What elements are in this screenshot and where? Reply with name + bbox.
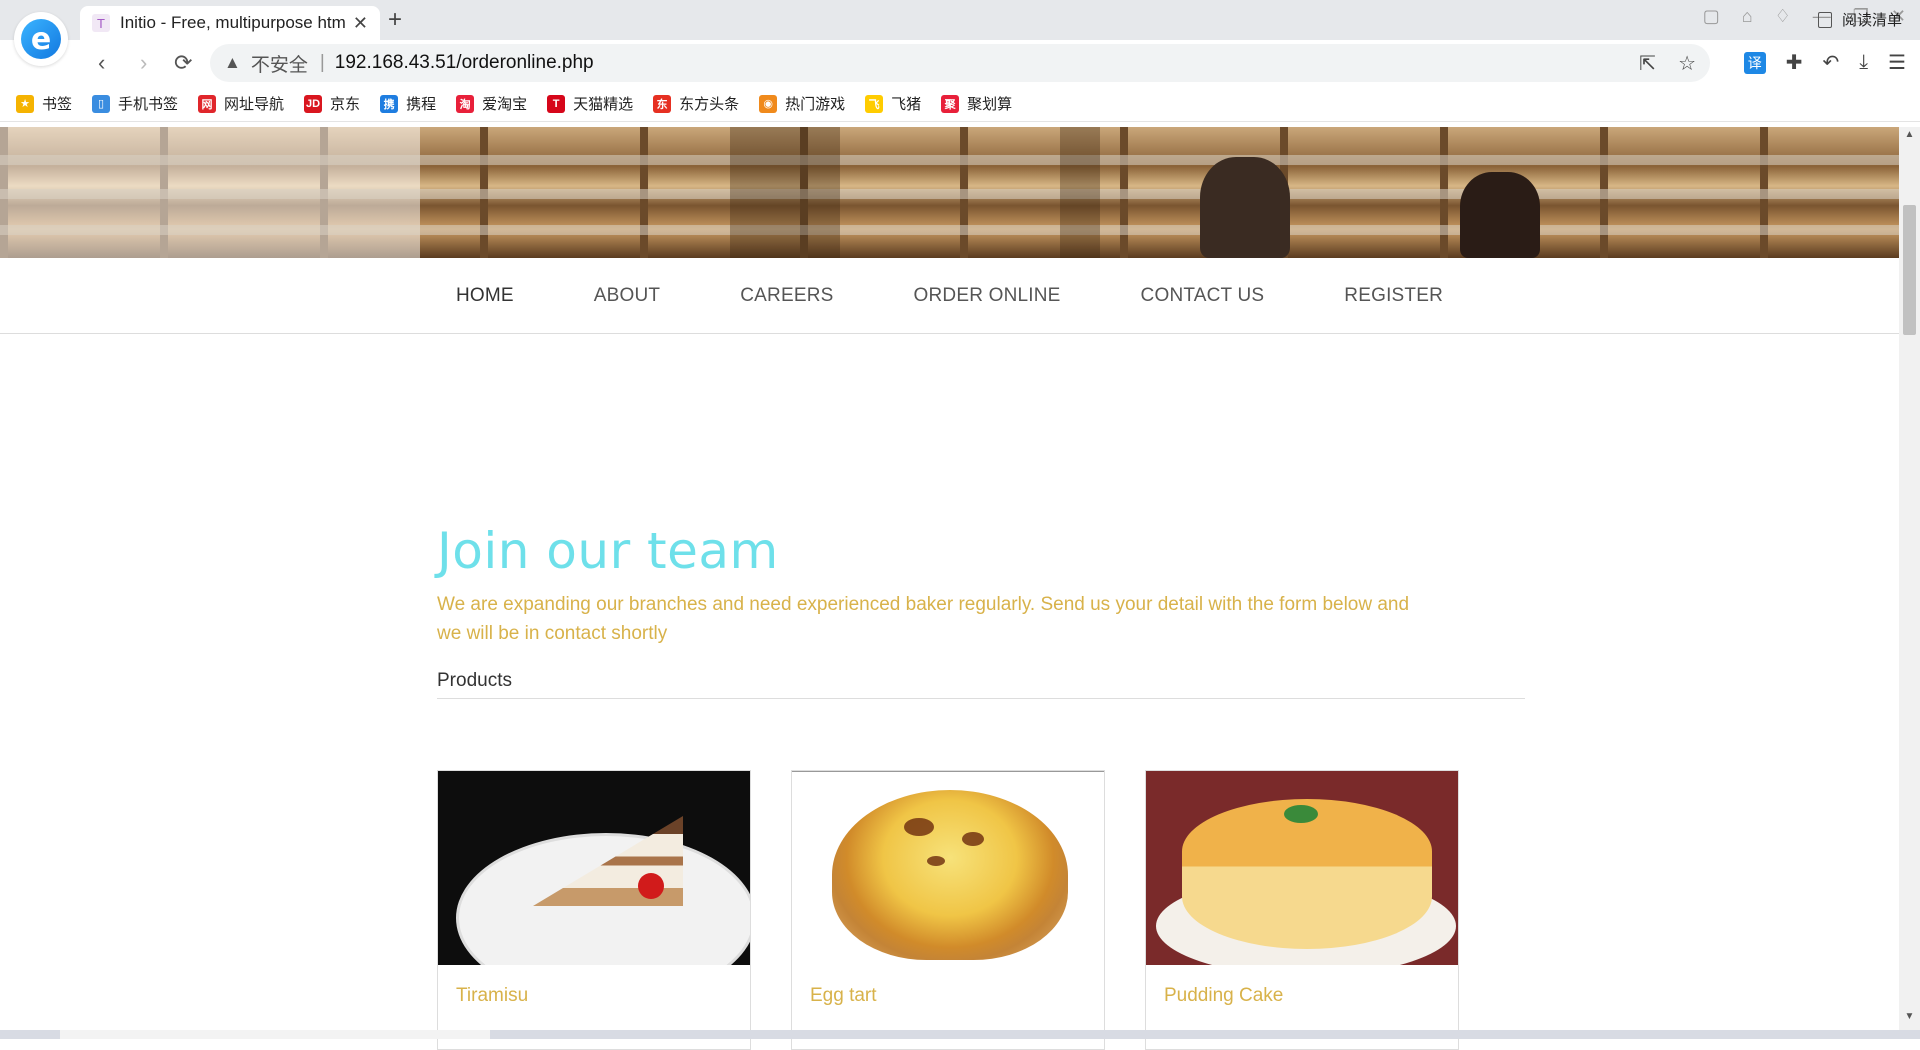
undo-icon[interactable]: ↶	[1822, 50, 1839, 75]
juhuasuan-icon: 聚	[941, 94, 960, 113]
bookmark-item[interactable]: ▯ 手机书签	[92, 93, 178, 114]
page-scrollbar[interactable]: ▲ ▼	[1899, 127, 1920, 1030]
scroll-up-icon[interactable]: ▲	[1899, 129, 1920, 146]
sidebar-icon[interactable]: ▢	[1703, 6, 1720, 27]
bookmark-label: 热门游戏	[785, 96, 846, 113]
bookmark-item[interactable]: 东东方头条	[653, 93, 739, 114]
browser-e-icon: e	[21, 19, 61, 59]
phone-icon: ▯	[92, 94, 111, 113]
toutiao-icon: 东	[653, 94, 672, 113]
lead-text: We are expanding our branches and need e…	[437, 594, 1410, 644]
nav-careers[interactable]: CAREERS	[700, 285, 873, 307]
product-card[interactable]: Tiramisu	[437, 770, 751, 1050]
bookmark-item[interactable]: ◉ 热门游戏	[759, 93, 845, 114]
nav-order-online[interactable]: ORDER ONLINE	[874, 285, 1101, 307]
bookmark-label: 爱淘宝	[482, 96, 528, 113]
reading-list-button[interactable]: 阅读清单	[1817, 9, 1902, 30]
nav-about[interactable]: ABOUT	[554, 285, 700, 307]
bookmark-item[interactable]: 飞飞猪	[865, 93, 921, 114]
url-text[interactable]: 192.168.43.51/orderonline.php	[335, 52, 594, 74]
bookmark-item[interactable]: 淘爱淘宝	[456, 93, 527, 114]
nav-contact-us[interactable]: CONTACT US	[1101, 285, 1305, 307]
translate-icon[interactable]: 译	[1743, 51, 1766, 74]
bookmark-label: 聚划算	[967, 96, 1013, 113]
nav-icon: 网	[198, 94, 217, 113]
bookmark-label: 飞猪	[891, 96, 922, 113]
bookmark-item[interactable]: 携携程	[380, 93, 436, 114]
bookmarks-bar: ★ 书签 ▯ 手机书签网网址导航 JD 京东携携程淘爱淘宝 T 天猫精选东东方头条 ◉ 热门游戏飞…	[0, 86, 1920, 122]
bookmark-item[interactable]: T 天猫精选	[547, 93, 633, 114]
scroll-thumb[interactable]	[1903, 205, 1916, 335]
back-button[interactable]: ‹	[98, 50, 105, 76]
tab-title: Initio - Free, multipurpose htm	[120, 13, 345, 32]
product-name[interactable]: Pudding Cake	[1146, 965, 1458, 1027]
nav-register[interactable]: REGISTER	[1304, 285, 1483, 307]
game-icon: ◉	[759, 94, 778, 113]
bookmark-label: 书签	[42, 96, 73, 113]
bookmark-item[interactable]: 聚聚划算	[941, 93, 1012, 114]
browser-logo[interactable]: e	[14, 12, 68, 66]
download-icon[interactable]: ⤓	[1859, 51, 1868, 74]
bookmark-item[interactable]: JD 京东	[304, 93, 360, 114]
reload-button[interactable]: ⟳	[174, 50, 192, 76]
reading-list-label: 阅读清单	[1841, 12, 1902, 29]
main-content: Join our team We are expanding our branc…	[437, 522, 1525, 699]
bookmark-label: 东方头条	[679, 96, 740, 113]
share-icon[interactable]: ⇱	[1639, 51, 1656, 76]
skin-icon[interactable]: ♢	[1775, 6, 1791, 27]
reading-list-icon	[1817, 11, 1832, 28]
extensions-icon[interactable]: ✚	[1786, 50, 1803, 75]
divider: |	[319, 52, 325, 73]
bookmark-label: 手机书签	[118, 96, 179, 113]
new-tab-button[interactable]: +	[388, 6, 402, 34]
bookmark-label: 网址导航	[224, 96, 285, 113]
product-name[interactable]: Tiramisu	[438, 965, 750, 1027]
page-title: Join our team	[437, 522, 779, 580]
bookmark-item[interactable]: 网网址导航	[198, 93, 284, 114]
tab-favicon-icon: T	[92, 14, 110, 32]
main-nav: HOME ABOUT CAREERS ORDER ONLINE CONTACT …	[0, 258, 1899, 334]
bookmark-label: 携程	[406, 96, 437, 113]
ctrip-icon: 携	[380, 94, 399, 113]
browser-toolbar: ‹ › ⟳ ▲ 不安全 | 192.168.43.51/orderonline.…	[0, 40, 1920, 86]
taobao-icon: 淘	[456, 94, 475, 113]
jd-icon: JD	[304, 94, 323, 113]
menu-icon[interactable]: ☰	[1888, 50, 1906, 75]
fliggy-icon: 飞	[865, 94, 884, 113]
egg-tart-image[interactable]	[792, 771, 1104, 965]
nav-home[interactable]: HOME	[416, 285, 554, 307]
section-title: Products	[437, 670, 1525, 699]
scroll-down-icon[interactable]: ▼	[1899, 1011, 1920, 1028]
tiramisu-image[interactable]	[438, 771, 750, 965]
insecure-label: 不安全	[250, 54, 308, 76]
close-tab-icon[interactable]: ✕	[353, 13, 368, 34]
product-name[interactable]: Egg tart	[792, 965, 1104, 1027]
address-bar[interactable]: ▲ 不安全 | 192.168.43.51/orderonline.php ⇱ …	[210, 44, 1710, 82]
product-card[interactable]: Pudding Cake	[1145, 770, 1459, 1050]
product-card[interactable]: Egg tart	[791, 770, 1105, 1050]
forward-button[interactable]: ›	[140, 50, 147, 76]
star-icon: ★	[16, 94, 34, 113]
vpn-icon[interactable]: ⌂	[1742, 6, 1753, 27]
browser-tab[interactable]: T Initio - Free, multipurpose htm ✕	[80, 6, 380, 40]
bookmark-star-icon[interactable]: ☆	[1678, 51, 1696, 76]
bookmark-item[interactable]: ★ 书签	[16, 93, 72, 114]
pudding-cake-image[interactable]	[1146, 771, 1458, 965]
product-grid: Tiramisu Egg tart Pudding Cake	[437, 770, 1459, 1050]
bookmark-label: 天猫精选	[573, 96, 634, 113]
warning-icon: ▲	[224, 53, 241, 72]
tmall-icon: T	[547, 94, 566, 113]
browser-tab-bar: T Initio - Free, multipurpose htm ✕ + ▢ …	[0, 0, 1920, 40]
bookmark-label: 京东	[330, 96, 361, 113]
taskbar-strip	[0, 1030, 1920, 1039]
hero-banner-image	[0, 127, 1899, 258]
